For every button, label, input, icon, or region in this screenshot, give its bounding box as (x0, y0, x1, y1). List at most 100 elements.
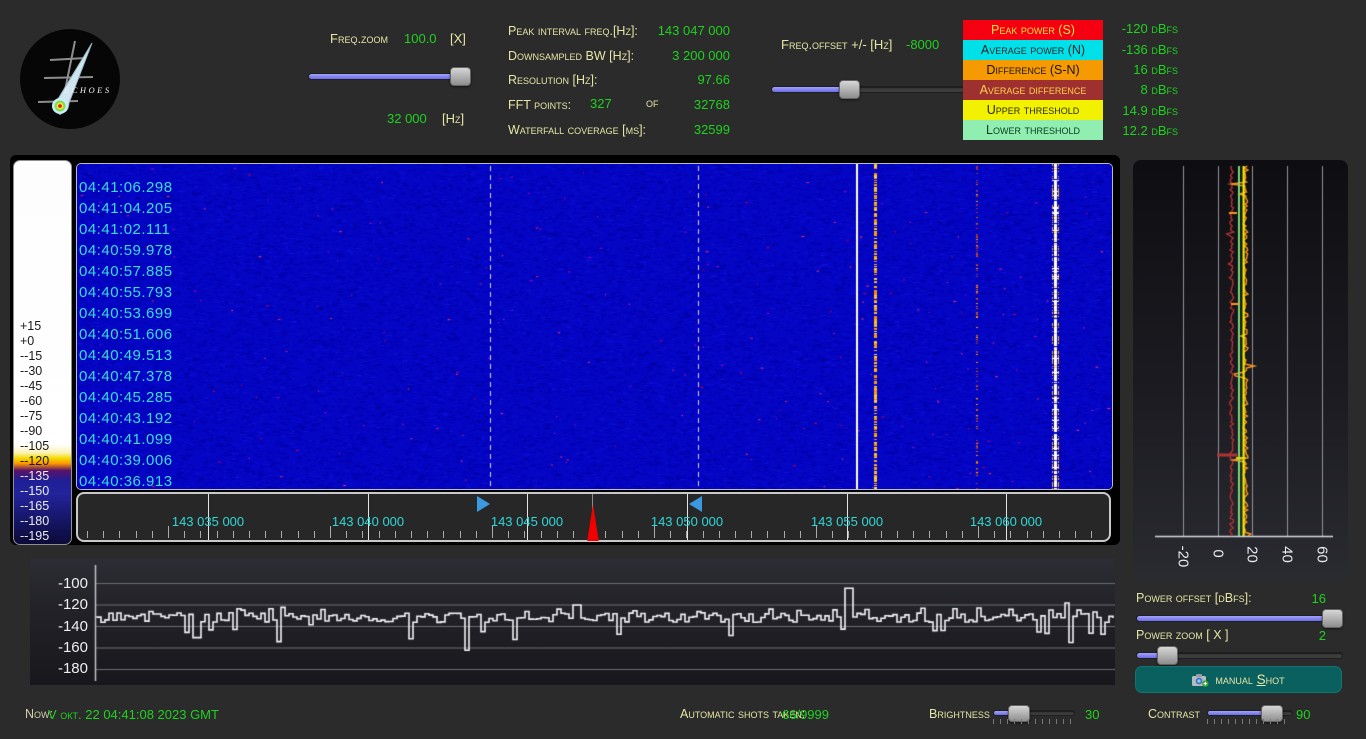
colorbar-label: --90 (20, 424, 66, 439)
freq-zoom-slider[interactable] (308, 73, 470, 80)
stat-coverage-value: 32599 (508, 121, 730, 139)
freq-minor-tick (411, 531, 412, 538)
freq-minor-tick (217, 531, 218, 538)
colorbar-label: --195 (20, 529, 66, 544)
spectrum-plot (30, 558, 1115, 685)
freq-minor-tick (962, 531, 963, 538)
legend-difference[interactable]: Difference (S-N) (963, 60, 1103, 80)
freq-offset-slider[interactable] (771, 86, 965, 93)
freq-minor-tick (200, 531, 201, 538)
legend-upper-threshold[interactable]: Upper threshold (963, 100, 1103, 120)
freq-minor-tick (703, 531, 704, 538)
freq-minor-tick (994, 531, 995, 538)
brightness-slider[interactable] (993, 710, 1075, 716)
power-offset-slider-handle[interactable] (1322, 609, 1343, 628)
colorbar-label: --135 (20, 469, 66, 484)
colorbar-label: --150 (20, 484, 66, 499)
waterfall-display (76, 163, 1113, 490)
freq-zoom-value: 100.0 (404, 31, 437, 46)
freq-minor-tick (622, 531, 623, 538)
freq-zoom-slider-fill (309, 74, 467, 79)
power-axis-tick: 60 (1314, 544, 1331, 566)
waterfall-timestamp: 04:40:59.978 (79, 240, 173, 261)
freq-minor-tick (638, 531, 639, 538)
freq-minor-tick (427, 531, 428, 538)
waterfall-timestamp: 04:41:06.298 (79, 177, 173, 198)
freq-minor-tick (298, 531, 299, 538)
freq-minor-tick (557, 531, 558, 538)
readout-average-power: -136 dBfs (1092, 40, 1178, 60)
freq-minor-tick (476, 531, 477, 538)
freq-minor-tick (249, 531, 250, 538)
colorbar-label: --45 (20, 379, 66, 394)
waterfall-timestamp: 04:40:55.793 (79, 282, 173, 303)
freq-minor-tick (946, 531, 947, 538)
freq-minor-tick (281, 531, 282, 538)
freq-minor-tick (87, 531, 88, 538)
freq-offset-label: Freq.offset +/- [Hz] (781, 37, 892, 52)
manual-shot-button[interactable]: manual Shot (1135, 666, 1342, 693)
waterfall-timestamp: 04:41:04.205 (79, 198, 173, 219)
freq-minor-tick (848, 531, 849, 538)
freq-minor-tick (379, 531, 380, 538)
shift-right-arrow[interactable] (477, 496, 490, 512)
legend-peak-power[interactable]: Peak power (S) (963, 20, 1103, 40)
legend-average-difference[interactable]: Average difference (963, 80, 1103, 100)
freq-minor-tick (362, 531, 363, 538)
freq-minor-tick (541, 531, 542, 538)
colorbar-label: --165 (20, 499, 66, 514)
freq-offset-value: -8000 (906, 37, 939, 52)
camera-plus-icon (1192, 673, 1209, 687)
freq-minor-tick (978, 526, 979, 538)
power-profile-plot (1133, 160, 1348, 580)
freq-minor-tick (460, 531, 461, 538)
freq-minor-tick (152, 531, 153, 538)
freq-minor-tick (1059, 531, 1060, 538)
brightness-label: Brightness (929, 707, 990, 721)
freq-minor-tick (524, 531, 525, 538)
freq-minor-tick (346, 531, 347, 538)
freq-offset-slider-handle[interactable] (839, 80, 860, 99)
power-offset-value: 16 (1306, 591, 1326, 606)
stat-downsampled-bw-value: 3 200 000 (508, 47, 730, 65)
freq-tick-label: 143 035 000 (172, 514, 244, 529)
shift-left-arrow[interactable] (689, 496, 702, 512)
colorbar-label: --180 (20, 514, 66, 529)
power-zoom-slider[interactable] (1136, 652, 1343, 659)
logo-wordmark: ECHOES (63, 85, 112, 95)
freq-minor-tick (751, 531, 752, 538)
power-offset-slider[interactable] (1136, 615, 1343, 622)
power-axis-tick: 40 (1279, 544, 1296, 566)
readout-lower-threshold: 12.2 dBfs (1092, 121, 1178, 141)
freq-zoom-slider-handle[interactable] (450, 67, 471, 86)
freq-minor-tick (897, 531, 898, 538)
now-value: V окт. 22 04:41:08 2023 GMT (48, 707, 219, 722)
waterfall-timestamp: 04:40:36.913 (79, 471, 173, 492)
freq-minor-tick (443, 531, 444, 538)
power-zoom-slider-handle[interactable] (1157, 646, 1178, 665)
freq-minor-tick (1043, 531, 1044, 538)
contrast-slider[interactable] (1207, 710, 1293, 716)
power-offset-slider-fill (1137, 616, 1330, 621)
freq-minor-tick (832, 531, 833, 538)
freq-minor-tick (686, 531, 687, 538)
echoes-logo-image: ECHOES (20, 29, 120, 129)
freq-minor-tick (1010, 531, 1011, 538)
power-zoom-label: Power zoom [ X ] (1136, 628, 1229, 642)
freq-minor-tick (654, 526, 655, 538)
spectrum-axis-tick: -100 (33, 576, 88, 591)
waterfall-timestamp: 04:41:02.111 (79, 219, 170, 240)
colorbar-label: +0 (20, 334, 66, 349)
readout-difference: 16 dBfs (1092, 60, 1178, 80)
freq-minor-tick (233, 531, 234, 538)
freq-tick-label: 143 050 000 (651, 514, 723, 529)
legend-average-power[interactable]: Average power (N) (963, 40, 1103, 60)
freq-minor-tick (767, 531, 768, 538)
freq-span-unit: [Hz] (442, 111, 464, 126)
freq-minor-tick (735, 531, 736, 538)
legend-lower-threshold[interactable]: Lower threshold (963, 120, 1103, 140)
waterfall-timestamp: 04:40:43.192 (79, 408, 173, 429)
colorbar-label: --105 (20, 439, 66, 454)
freq-minor-tick (719, 531, 720, 538)
waterfall-timestamp: 04:40:57.885 (79, 261, 173, 282)
